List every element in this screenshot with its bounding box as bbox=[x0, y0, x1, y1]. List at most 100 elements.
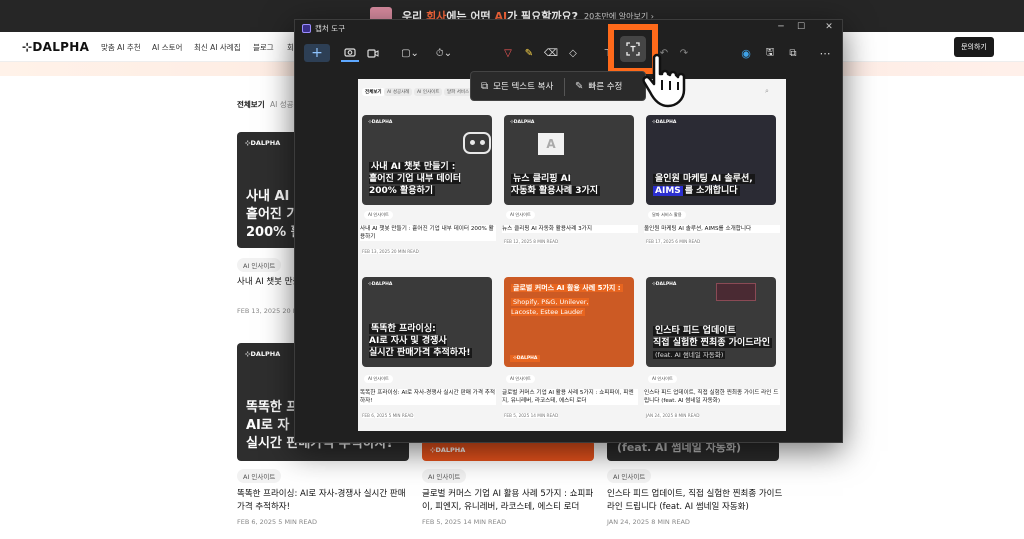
post-title: 올인원 마케팅 AI 솔루션, AIMS를 소개합니다 bbox=[644, 225, 780, 233]
nav-item-cases[interactable]: 최신 AI 사례집 bbox=[194, 42, 241, 53]
search-icon: ⌕ bbox=[765, 87, 769, 95]
captured-card: ⊹DALPHA 똑똑한 프라이싱: AI로 자사 및 경쟁사 실시간 판매가격 … bbox=[362, 277, 492, 367]
card-subtitle: (feat. AI 썸네일 자동화) bbox=[653, 351, 726, 359]
camera-icon bbox=[344, 48, 356, 57]
video-mode-button[interactable] bbox=[365, 44, 381, 62]
post-title[interactable]: 글로벌 커머스 기업 AI 활용 사례 5가지 : 쇼피파이, 피엔지, 유니레… bbox=[422, 488, 600, 514]
post-meta: FEB 12, 2025 8 MIN READ bbox=[504, 239, 559, 244]
post-title: 글로벌 커머스 기업 AI 활용 사례 5가지 : 쇼피파이, 피엔지, 유니레… bbox=[502, 389, 638, 405]
pen-icon[interactable]: ▽ bbox=[500, 44, 516, 62]
document-graphic-icon: A bbox=[538, 133, 564, 155]
post-meta: FEB 5, 2025 14 MIN READ bbox=[504, 413, 559, 418]
category-chip[interactable]: AI 인사이트 bbox=[237, 469, 282, 483]
card-logo: ⊹DALPHA bbox=[510, 355, 541, 362]
category-chip: AI 인사이트 bbox=[506, 375, 535, 383]
captured-card: 글로벌 커머스 AI 활용 사례 5가지 : Shopify, P&G, Uni… bbox=[504, 277, 634, 367]
text-actions-icon bbox=[626, 42, 640, 56]
card-logo: ⊹DALPHA bbox=[368, 120, 393, 125]
card-logo: ⊹DALPHA bbox=[510, 120, 535, 125]
card-logo: ⊹DALPHA bbox=[368, 282, 393, 287]
category-chip[interactable]: AI 인사이트 bbox=[422, 469, 467, 483]
copy-all-text-button[interactable]: ⧉ 모든 텍스트 복사 bbox=[481, 80, 554, 93]
post-title: 똑똑한 프라이싱: AI로 자사-경쟁사 실시간 판매 가격 추적하자! bbox=[360, 389, 496, 405]
new-capture-button[interactable]: + bbox=[304, 44, 330, 62]
post-meta: FEB 13, 2025 20 MI bbox=[237, 307, 301, 315]
card-logo: ⊹DALPHA bbox=[245, 350, 281, 358]
save-icon[interactable]: 🖫 bbox=[762, 44, 778, 62]
video-icon bbox=[367, 48, 379, 58]
post-meta: FEB 17, 2025 6 MIN READ bbox=[646, 239, 701, 244]
contact-button[interactable]: 문의하기 bbox=[954, 37, 994, 57]
post-meta: FEB 6, 2025 5 MIN READ bbox=[237, 518, 317, 526]
post-meta: JAN 24, 2025 8 MIN READ bbox=[646, 413, 700, 418]
highlighter-icon[interactable]: ✎ bbox=[521, 44, 537, 62]
toolbar: + ▢⌄ ⏱⌄ ▽ ✎ ⌫ ◇ ⊤ ↶ ↷ ◉ 🖫 ⧉ ⋯ bbox=[295, 39, 842, 67]
card-title: 뉴스 클리핑 AI 자동화 활용사례 3가지 bbox=[511, 174, 601, 196]
title-bar[interactable]: 캡처 도구 ─ ☐ ✕ bbox=[295, 20, 842, 38]
post-title: 인스타 피드 업데이트, 직접 실험한 찐최종 가이드 라인 드립니다 (fea… bbox=[644, 389, 780, 405]
redact-icon: ✎ bbox=[575, 80, 584, 92]
post-title: 사내 AI 챗봇 만들기 : 흩어진 기업 내부 데이터 200% 활용하기 bbox=[360, 225, 496, 241]
post-meta: FEB 6, 2025 5 MIN READ bbox=[362, 413, 414, 418]
post-title[interactable]: 똑똑한 프라이싱: AI로 자사-경쟁사 실시간 판매 가격 추적하자! bbox=[237, 488, 415, 514]
card-title: 글로벌 커머스 AI 활용 사례 5가지 : bbox=[511, 284, 623, 292]
screen: 우리 회사에는 어떤 AI가 필요할까요? 20초만에 알아보기 › ⊹DALP… bbox=[0, 0, 1024, 539]
nav-item-blog[interactable]: 블로그 bbox=[253, 42, 274, 53]
captured-card: ⊹DALPHA 올인원 마케팅 AI 솔루션, AIMS 를 소개합니다 bbox=[646, 115, 776, 205]
more-options-icon[interactable]: ⋯ bbox=[817, 44, 833, 62]
screenshot-mode-button[interactable] bbox=[341, 44, 359, 62]
copy-icon[interactable]: ⧉ bbox=[785, 44, 801, 62]
edge-share-icon[interactable]: ◉ bbox=[738, 44, 754, 62]
captured-card: ⊹DALPHA 인스타 피드 업데이트 직접 실험한 찐최종 가이드라인 (fe… bbox=[646, 277, 776, 367]
quick-redact-button[interactable]: ✎ 빠른 수정 bbox=[575, 80, 622, 93]
window-title: 캡처 도구 bbox=[315, 24, 345, 33]
menu-divider bbox=[564, 78, 565, 96]
mini-tab-success: AI 성공사례 bbox=[384, 88, 413, 96]
category-chip: AI 인사이트 bbox=[364, 211, 393, 219]
hand-pointer-icon bbox=[642, 53, 686, 108]
category-chip: AI 인사이트 bbox=[364, 375, 393, 383]
post-meta: FEB 13, 2025 20 MIN READ bbox=[362, 249, 419, 254]
category-chip[interactable]: AI 인사이트 bbox=[237, 258, 282, 272]
text-actions-menu: ⧉ 모든 텍스트 복사 ✎ 빠른 수정 bbox=[470, 71, 646, 101]
card-title: 인스타 피드 업데이트 직접 실험한 찐최종 가이드라인 bbox=[653, 326, 773, 348]
close-button[interactable]: ✕ bbox=[821, 22, 837, 32]
category-chip: 달파 서비스 활용 bbox=[648, 211, 686, 219]
phone-mockup-graphic bbox=[716, 283, 756, 301]
copy-text-icon: ⧉ bbox=[481, 80, 489, 92]
post-card[interactable]: (feat. AI 썸네일 자동화) bbox=[607, 440, 779, 461]
captured-card: ⊹DALPHA A 뉴스 클리핑 AI 자동화 활용사례 3가지 bbox=[504, 115, 634, 205]
card-title: 사내 AI 챗봇 만들기 : 흩어진 기업 내부 데이터 200% 활용하기 bbox=[369, 162, 462, 196]
card-logo: ⊹DALPHA bbox=[652, 282, 677, 287]
captured-card: ⊹DALPHA 사내 AI 챗봇 만들기 : 흩어진 기업 내부 데이터 200… bbox=[362, 115, 492, 205]
post-meta: JAN 24, 2025 8 MIN READ bbox=[607, 518, 690, 526]
card-title: 똑똑한 프라이싱: AI로 자사 및 경쟁사 실시간 판매가격 추적하자! bbox=[369, 324, 473, 358]
copy-all-text-label: 모든 텍스트 복사 bbox=[493, 82, 554, 92]
mini-tab-all: 전체보기 bbox=[362, 88, 385, 96]
lasso-icon[interactable]: ◇ bbox=[565, 44, 581, 62]
category-chip[interactable]: AI 인사이트 bbox=[607, 469, 652, 483]
timer-dropdown[interactable]: ⏱⌄ bbox=[429, 44, 459, 62]
post-card[interactable]: ⊹DALPHA bbox=[422, 440, 594, 461]
nav-item-store[interactable]: AI 스토어 bbox=[152, 42, 182, 53]
category-chip: AI 인사이트 bbox=[506, 211, 535, 219]
card-logo: ⊹DALPHA bbox=[652, 120, 677, 125]
card-logo: ⊹DALPHA bbox=[245, 139, 281, 147]
snipping-tool-icon bbox=[302, 24, 311, 33]
post-meta: FEB 5, 2025 14 MIN READ bbox=[422, 518, 507, 526]
card-subtitle: Shopify, P&G, Unilever, Lacoste, Estee L… bbox=[511, 298, 589, 316]
post-title: 뉴스 클리핑 AI 자동화 활용사례 3가지 bbox=[502, 225, 638, 233]
eraser-icon[interactable]: ⌫ bbox=[543, 44, 559, 62]
capture-canvas[interactable]: 전체보기 AI 성공사례 AI 인사이트 달파 서비스 활용 ⌕ ⊹DALPHA… bbox=[358, 79, 786, 431]
tab-all[interactable]: 전체보기 bbox=[237, 99, 265, 110]
card-title: 올인원 마케팅 AI 솔루션, AIMS 를 소개합니다 bbox=[653, 174, 755, 196]
nav-item-recommend[interactable]: 맞춤 AI 추천 bbox=[101, 42, 141, 53]
mini-tab-insight: AI 인사이트 bbox=[414, 88, 443, 96]
card-logo: ⊹DALPHA bbox=[430, 446, 466, 454]
snip-shape-dropdown[interactable]: ▢⌄ bbox=[395, 44, 425, 62]
post-title[interactable]: 인스타 피드 업데이트, 직접 실험한 찐최종 가이드 라인 드립니다 (fea… bbox=[607, 488, 785, 514]
maximize-button[interactable]: ☐ bbox=[793, 22, 809, 32]
nav-item-partial[interactable]: 회 bbox=[287, 42, 294, 53]
minimize-button[interactable]: ─ bbox=[773, 22, 789, 32]
site-logo[interactable]: ⊹DALPHA bbox=[22, 40, 89, 54]
